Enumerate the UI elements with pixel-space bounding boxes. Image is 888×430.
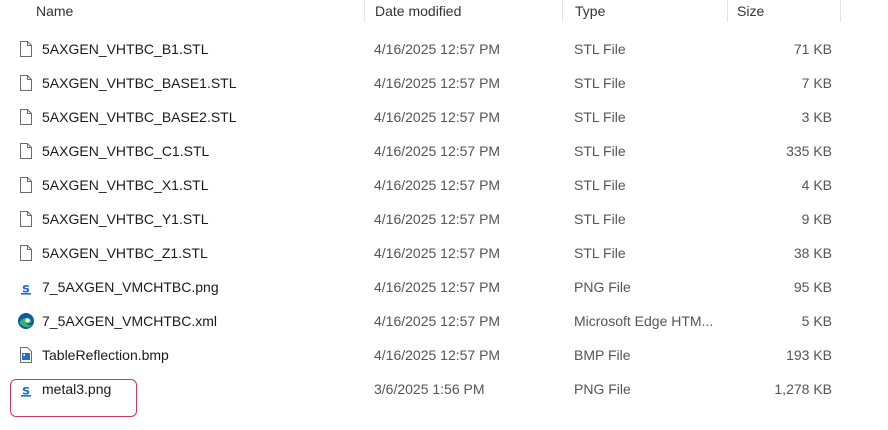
file-row[interactable]: 7_5AXGEN_VMCHTBC.xml 4/16/2025 12:57 PM … — [0, 304, 888, 338]
image-app-icon: s — [17, 380, 35, 399]
document-icon — [17, 176, 35, 194]
file-type: PNG File — [574, 381, 631, 397]
file-type: STL File — [574, 211, 626, 227]
file-row[interactable]: 5AXGEN_VHTBC_Z1.STL 4/16/2025 12:57 PM S… — [0, 236, 888, 270]
bitmap-icon — [17, 346, 35, 364]
column-header-bar: Name Date modified Type Size — [0, 0, 888, 22]
file-row[interactable]: 5AXGEN_VHTBC_BASE1.STL 4/16/2025 12:57 P… — [0, 66, 888, 100]
document-icon — [17, 244, 35, 262]
file-row[interactable]: TableReflection.bmp 4/16/2025 12:57 PM B… — [0, 338, 888, 372]
file-size: 38 KB — [793, 245, 832, 261]
file-size: 335 KB — [786, 143, 832, 159]
file-size: 4 KB — [801, 177, 832, 193]
document-icon — [17, 40, 35, 58]
column-divider[interactable] — [840, 0, 841, 22]
file-row[interactable]: 5AXGEN_VHTBC_Y1.STL 4/16/2025 12:57 PM S… — [0, 202, 888, 236]
edge-icon — [17, 312, 35, 330]
column-header-size[interactable]: Size — [737, 1, 764, 21]
file-type: STL File — [574, 177, 626, 193]
file-date-modified: 4/16/2025 12:57 PM — [374, 41, 501, 57]
file-type: BMP File — [574, 347, 631, 363]
file-name: 5AXGEN_VHTBC_B1.STL — [42, 41, 209, 57]
file-name: 5AXGEN_VHTBC_C1.STL — [42, 143, 210, 159]
file-row[interactable]: 5AXGEN_VHTBC_C1.STL 4/16/2025 12:57 PM S… — [0, 134, 888, 168]
file-name: 5AXGEN_VHTBC_Z1.STL — [42, 245, 208, 261]
file-row-selected[interactable]: s metal3.png 3/6/2025 1:56 PM PNG File 1… — [0, 372, 888, 406]
column-divider[interactable] — [562, 0, 563, 22]
file-type: STL File — [574, 41, 626, 57]
file-size: 193 KB — [786, 347, 832, 363]
file-name: 7_5AXGEN_VMCHTBC.png — [42, 279, 219, 295]
file-row[interactable]: s 7_5AXGEN_VMCHTBC.png 4/16/2025 12:57 P… — [0, 270, 888, 304]
file-name: 5AXGEN_VHTBC_Y1.STL — [42, 211, 209, 227]
file-date-modified: 4/16/2025 12:57 PM — [374, 143, 501, 159]
column-header-name[interactable]: Name — [36, 1, 73, 21]
file-type: STL File — [574, 75, 626, 91]
file-size: 5 KB — [801, 313, 832, 329]
file-date-modified: 4/16/2025 12:57 PM — [374, 245, 501, 261]
file-name: metal3.png — [42, 381, 112, 397]
column-divider[interactable] — [727, 0, 728, 22]
file-date-modified: 4/16/2025 12:57 PM — [374, 109, 501, 125]
document-icon — [17, 108, 35, 126]
file-type: STL File — [574, 143, 626, 159]
file-name: 5AXGEN_VHTBC_BASE1.STL — [42, 75, 237, 91]
file-row[interactable]: 5AXGEN_VHTBC_BASE2.STL 4/16/2025 12:57 P… — [0, 100, 888, 134]
file-size: 3 KB — [801, 109, 832, 125]
file-date-modified: 4/16/2025 12:57 PM — [374, 347, 501, 363]
file-size: 1,278 KB — [774, 381, 832, 397]
file-size: 9 KB — [801, 211, 832, 227]
document-icon — [17, 142, 35, 160]
file-size: 7 KB — [801, 75, 832, 91]
file-type: STL File — [574, 109, 626, 125]
file-type: STL File — [574, 245, 626, 261]
file-name: 7_5AXGEN_VMCHTBC.xml — [42, 313, 218, 329]
file-row[interactable]: 5AXGEN_VHTBC_X1.STL 4/16/2025 12:57 PM S… — [0, 168, 888, 202]
file-size: 71 KB — [793, 41, 832, 57]
file-date-modified: 4/16/2025 12:57 PM — [374, 211, 501, 227]
file-date-modified: 4/16/2025 12:57 PM — [374, 177, 501, 193]
column-header-type[interactable]: Type — [575, 1, 605, 21]
document-icon — [17, 210, 35, 228]
file-row[interactable]: 5AXGEN_VHTBC_B1.STL 4/16/2025 12:57 PM S… — [0, 32, 888, 66]
file-date-modified: 4/16/2025 12:57 PM — [374, 279, 501, 295]
file-name: 5AXGEN_VHTBC_X1.STL — [42, 177, 209, 193]
file-name: TableReflection.bmp — [42, 347, 169, 363]
file-date-modified: 4/16/2025 12:57 PM — [374, 313, 501, 329]
column-divider[interactable] — [364, 0, 365, 22]
file-date-modified: 4/16/2025 12:57 PM — [374, 75, 501, 91]
document-icon — [17, 74, 35, 92]
file-type: Microsoft Edge HTM... — [574, 313, 714, 329]
file-list: 5AXGEN_VHTBC_B1.STL 4/16/2025 12:57 PM S… — [0, 32, 888, 406]
column-header-date-modified[interactable]: Date modified — [375, 1, 461, 21]
file-name: 5AXGEN_VHTBC_BASE2.STL — [42, 109, 237, 125]
file-date-modified: 3/6/2025 1:56 PM — [374, 381, 485, 397]
file-size: 95 KB — [793, 279, 832, 295]
image-app-icon: s — [17, 278, 35, 297]
file-type: PNG File — [574, 279, 631, 295]
